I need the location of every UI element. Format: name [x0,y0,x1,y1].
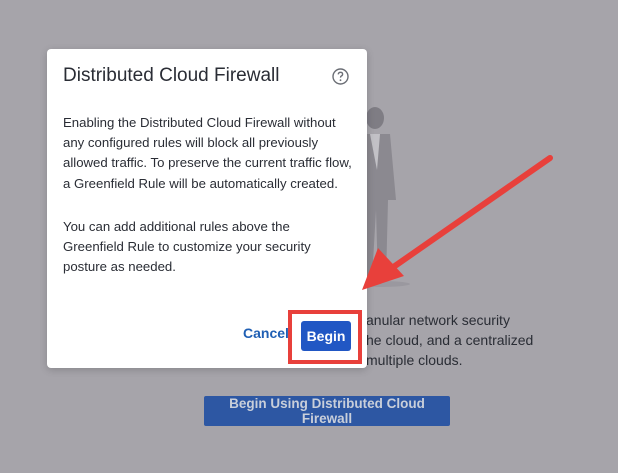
begin-using-dcf-button[interactable]: Begin Using Distributed Cloud Firewall [204,396,450,426]
highlight-box [288,310,362,364]
modal-paragraph-1: Enabling the Distributed Cloud Firewall … [63,115,352,191]
background-description: anular network security he cloud, and a … [366,310,606,370]
cancel-button[interactable]: Cancel [243,325,289,341]
help-icon[interactable] [332,68,349,85]
background-text-line-1: anular network security [366,312,510,328]
modal-paragraph-2: You can add additional rules above the G… [63,218,311,275]
modal-body: Enabling the Distributed Cloud Firewall … [63,113,353,300]
background-text-line-2: he cloud, and a centralized [366,332,534,348]
background-text-line-3: multiple clouds. [366,352,463,368]
modal-title: Distributed Cloud Firewall [63,65,280,86]
